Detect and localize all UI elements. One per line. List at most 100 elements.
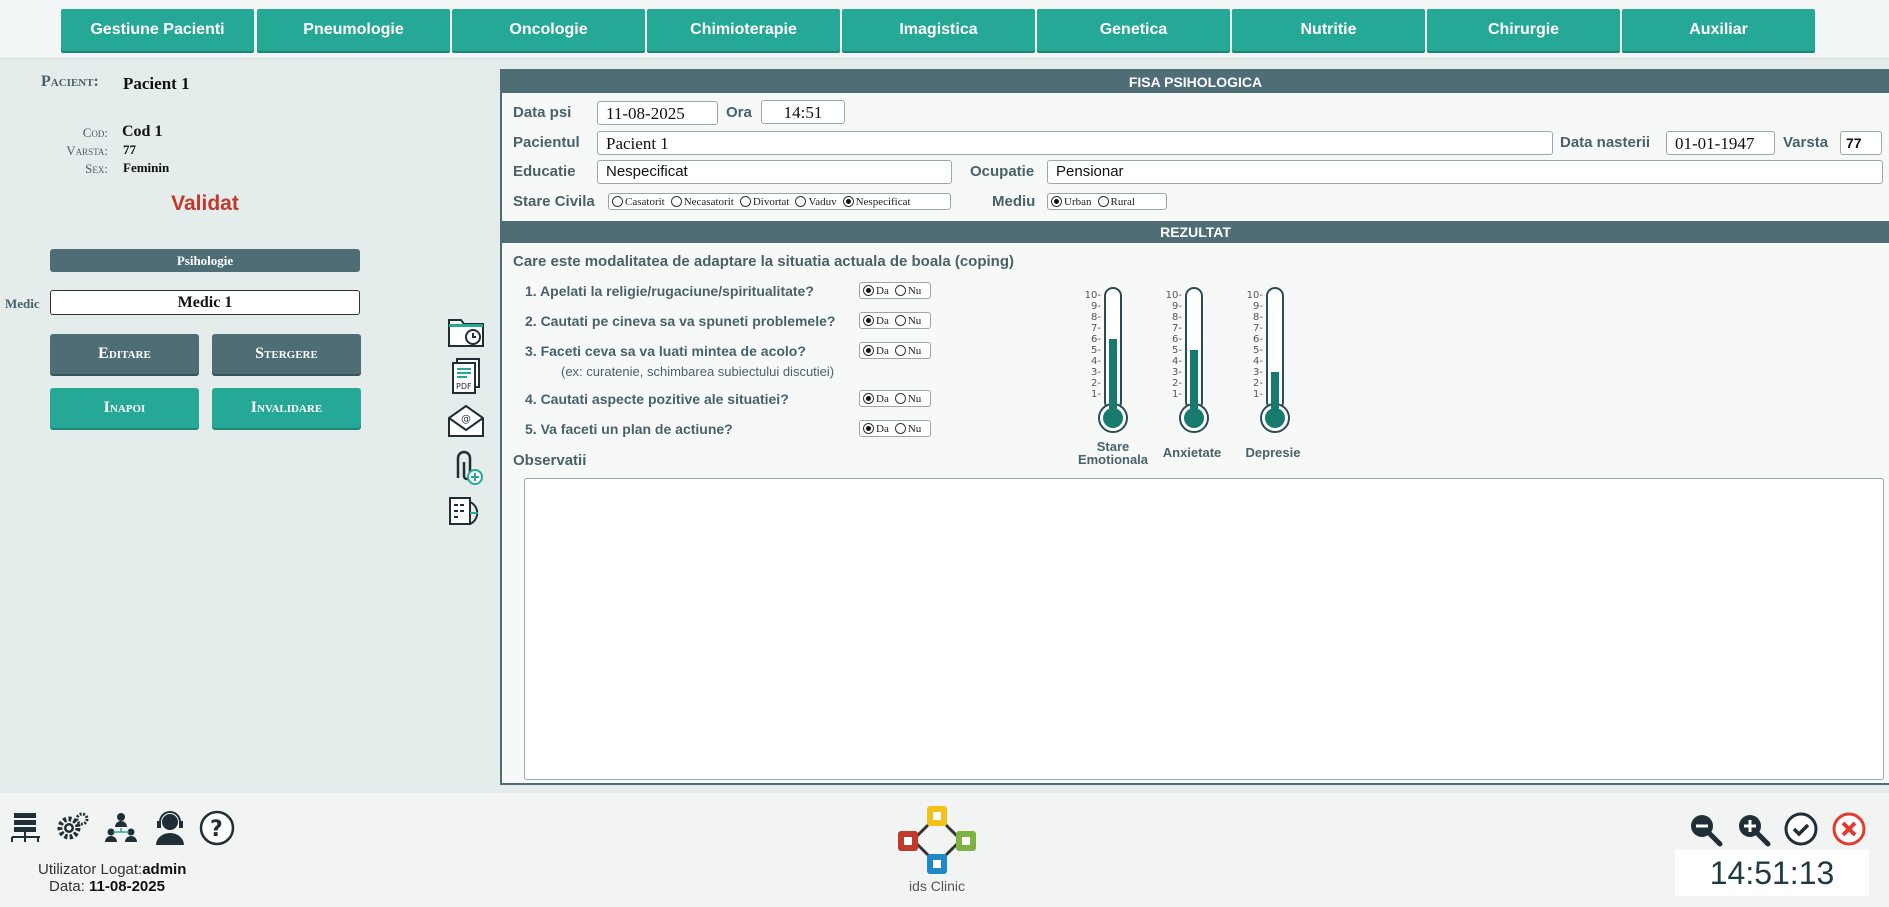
radio-q2-nu[interactable]: Nu: [894, 315, 921, 327]
therm-tick: 5-: [1172, 345, 1182, 356]
therm-bulb-fill: [1184, 408, 1204, 428]
radio-q3-nu[interactable]: Nu: [894, 345, 921, 357]
varsta-input[interactable]: 77: [1840, 131, 1882, 155]
users-network-icon[interactable]: [103, 810, 139, 846]
tab-gestiune-pacienti[interactable]: Gestiune Pacienti: [61, 9, 254, 51]
top-nav: Gestiune Pacienti Pneumologie Oncologie …: [0, 0, 1889, 59]
pacient-name: Pacient 1: [123, 74, 190, 93]
radio-q2-da[interactable]: Da: [863, 315, 889, 327]
status-badge: Validat: [171, 192, 239, 215]
tab-genetica[interactable]: Genetica: [1037, 9, 1230, 51]
observatii-textarea[interactable]: [524, 478, 1884, 780]
medic-field[interactable]: Medic 1: [50, 290, 360, 315]
radio-rural[interactable]: Rural: [1097, 196, 1135, 208]
editare-button[interactable]: Editare: [50, 334, 199, 374]
radio-nespecificat[interactable]: Nespecificat: [842, 196, 911, 208]
data-nasterii-input[interactable]: 01-01-1947: [1666, 131, 1775, 155]
help-icon[interactable]: ?: [199, 810, 235, 846]
radio-casatorit[interactable]: Casatorit: [612, 196, 665, 208]
tab-auxiliar[interactable]: Auxiliar: [1622, 9, 1815, 51]
therm-label-anxietate: Anxietate: [1162, 445, 1222, 460]
ocupatie-label: Ocupatie: [970, 163, 1035, 180]
radio-vaduv[interactable]: Vaduv: [795, 196, 837, 208]
tab-pneumologie[interactable]: Pneumologie: [257, 9, 450, 51]
therm-bulb-fill: [1103, 408, 1123, 428]
therm-tick: 2-: [1253, 378, 1263, 389]
folder-clock-icon[interactable]: [446, 313, 486, 351]
medic-label: Medic: [5, 296, 40, 311]
radio-urban[interactable]: Urban: [1051, 196, 1092, 208]
radio-q4-nu[interactable]: Nu: [894, 393, 921, 405]
radio-q3-da[interactable]: Da: [863, 345, 889, 357]
pdf-icon[interactable]: PDF: [446, 357, 486, 395]
ocupatie-input[interactable]: Pensionar: [1047, 160, 1883, 184]
question-2: 2. Cautati pe cineva sa va spuneti probl…: [525, 313, 836, 329]
date-info: Data: 11-08-2025: [49, 878, 165, 895]
thermometer-0: 10-9-8-7-6-5-4-3-2-1-: [1085, 287, 1128, 433]
email-icon[interactable]: @: [446, 402, 486, 440]
coping-question-title: Care este modalitatea de adaptare la sit…: [513, 253, 1014, 270]
cod-value: Cod 1: [122, 123, 163, 140]
question-1: 1. Apelati la religie/rugaciune/spiritua…: [525, 283, 814, 299]
therm-tick: 9-: [1091, 301, 1101, 312]
settings-gears-icon[interactable]: [54, 810, 90, 846]
therm-tick: 1-: [1091, 389, 1101, 400]
therm-tick: 6-: [1091, 334, 1101, 345]
radio-divortat[interactable]: Divortat: [739, 196, 789, 208]
radio-q4-da[interactable]: Da: [863, 393, 889, 405]
tab-nutritie[interactable]: Nutritie: [1232, 9, 1425, 51]
educatie-label: Educatie: [513, 163, 576, 180]
therm-tick: 6-: [1253, 334, 1263, 345]
radio-q5-nu[interactable]: Nu: [894, 423, 921, 435]
user-label: Utilizator Logat:: [38, 861, 143, 878]
therm-tick: 1-: [1253, 389, 1263, 400]
logo-text: ids Clinic: [908, 878, 965, 894]
network-server-icon[interactable]: [8, 810, 44, 846]
cod-label: Cod:: [82, 125, 108, 140]
therm-tick: 5-: [1091, 345, 1101, 356]
radio-q1-da[interactable]: Da: [863, 285, 889, 297]
therm-tick: 10-: [1247, 290, 1264, 301]
invalidare-button[interactable]: Invalidare: [212, 388, 361, 428]
attachment-add-icon[interactable]: [446, 448, 486, 486]
therm-tick: 8-: [1172, 312, 1182, 323]
answer-1-group: Da Nu: [859, 282, 931, 299]
svg-text:PDF: PDF: [456, 382, 472, 391]
therm-tick: 2-: [1091, 378, 1101, 389]
educatie-input[interactable]: Nespecificat: [597, 160, 952, 184]
varsta-value: 77: [123, 142, 136, 157]
close-icon[interactable]: [1831, 811, 1867, 847]
patient-sidebar: Pacient: Pacient 1 Cod: Cod 1 Varsta: 77…: [0, 60, 500, 793]
confirm-check-icon[interactable]: [1783, 811, 1819, 847]
thermometer-1: 10-9-8-7-6-5-4-3-2-1-: [1166, 287, 1209, 433]
therm-level: [1109, 339, 1117, 418]
tab-imagistica[interactable]: Imagistica: [842, 9, 1035, 51]
therm-label-stare: Stare Emotionala: [1077, 439, 1149, 467]
therm-tick: 7-: [1172, 323, 1182, 334]
therm-tick: 3-: [1172, 367, 1182, 378]
mediu-group: Urban Rural: [1047, 193, 1167, 210]
tab-oncologie[interactable]: Oncologie: [452, 9, 645, 51]
data-psi-input[interactable]: 11-08-2025: [597, 101, 718, 125]
tab-chimioterapie[interactable]: Chimioterapie: [647, 9, 840, 51]
calendar-chart-icon[interactable]: [446, 492, 486, 530]
therm-tick: 3-: [1253, 367, 1263, 378]
date-value: 11-08-2025: [89, 878, 165, 895]
question-5: 5. Va faceti un plan de actiune?: [525, 421, 733, 437]
therm-tick: 8-: [1253, 312, 1263, 323]
therm-tick: 10-: [1166, 290, 1183, 301]
pacientul-input[interactable]: Pacient 1: [597, 131, 1553, 155]
ora-input[interactable]: 14:51: [761, 100, 845, 124]
therm-tick: 5-: [1253, 345, 1263, 356]
zoom-in-icon[interactable]: [1735, 811, 1771, 847]
radio-q1-nu[interactable]: Nu: [894, 285, 921, 297]
radio-q5-da[interactable]: Da: [863, 423, 889, 435]
ora-label: Ora: [726, 104, 752, 121]
zoom-out-icon[interactable]: [1687, 811, 1723, 847]
support-agent-icon[interactable]: [152, 810, 188, 846]
stergere-button[interactable]: Stergere: [212, 334, 361, 374]
tab-chirurgie[interactable]: Chirurgie: [1427, 9, 1620, 51]
radio-necasatorit[interactable]: Necasatorit: [670, 196, 734, 208]
stare-civila-group: Casatorit Necasatorit Divortat Vaduv Nes…: [608, 193, 951, 210]
inapoi-button[interactable]: Inapoi: [50, 388, 199, 428]
